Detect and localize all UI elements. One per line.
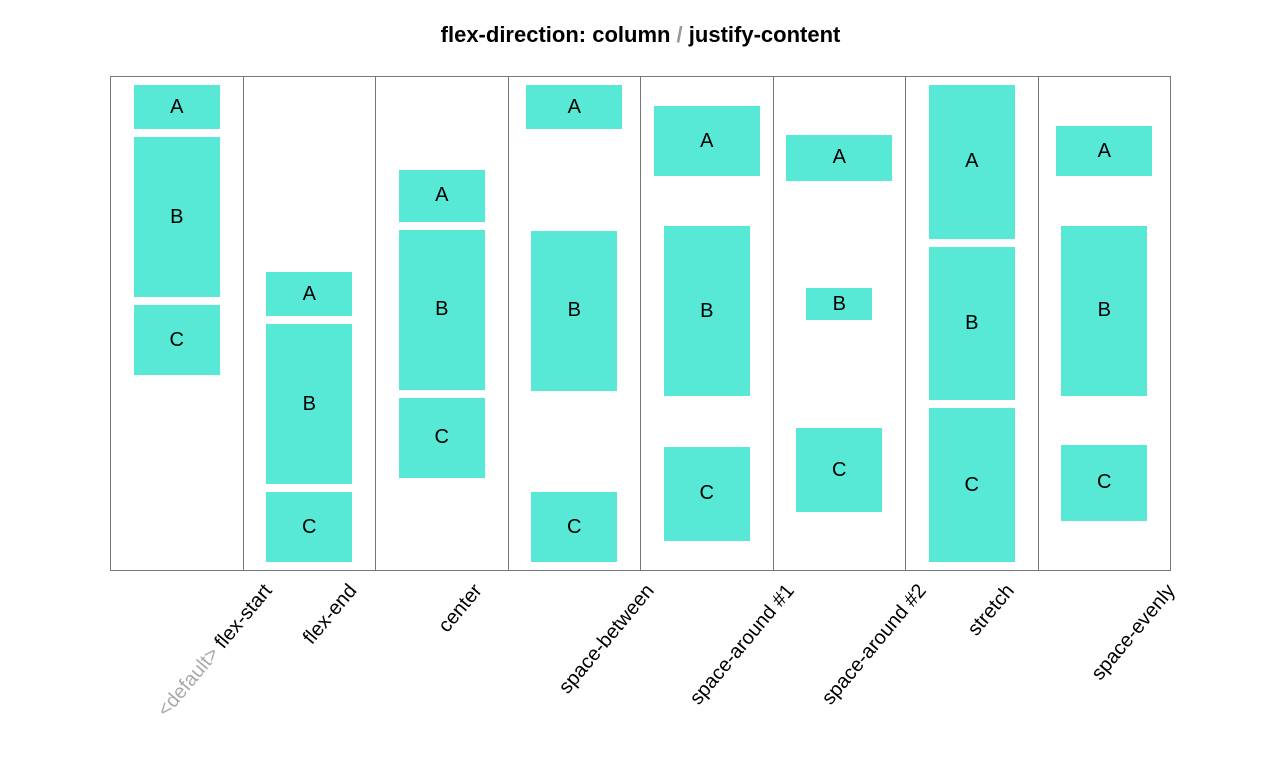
demo-column-flex-end: ABCflex-end — [244, 76, 377, 571]
flex-item: A — [929, 85, 1015, 239]
flex-item: B — [399, 230, 485, 390]
flex-item: C — [266, 492, 352, 562]
column-label: center — [434, 580, 487, 637]
column-label-text: space-between — [555, 580, 659, 698]
flex-item: C — [1061, 445, 1147, 521]
demo-column-space-evenly: ABCspace-evenly — [1039, 76, 1172, 571]
demo-column-space-between: ABCspace-between — [509, 76, 642, 571]
flex-item: B — [531, 231, 617, 391]
default-tag: <default> — [153, 639, 227, 721]
column-label-text: space-around #1 — [685, 580, 798, 709]
column-label: space-around #1 — [685, 580, 799, 710]
diagram-title: flex-direction: column / justify-content — [0, 0, 1281, 48]
demo-column-space-around: ABCspace-around #2 — [774, 76, 907, 571]
column-label: space-between — [555, 580, 660, 699]
flex-item: B — [266, 324, 352, 484]
demo-column-flex-start: ABC<default> flex-start — [110, 76, 244, 571]
flex-item: C — [796, 428, 882, 512]
demo-column-space-around: ABCspace-around #1 — [641, 76, 774, 571]
column-label-text: flex-start — [210, 580, 276, 653]
title-part-b: justify-content — [689, 22, 841, 47]
flex-item: B — [664, 226, 750, 396]
flex-item: B — [134, 137, 220, 297]
flex-item: A — [399, 170, 485, 222]
column-label: <default> flex-start — [153, 580, 277, 722]
flex-item: B — [929, 247, 1015, 401]
flex-item: C — [531, 492, 617, 562]
column-label-text: space-evenly — [1087, 580, 1180, 684]
demo-column-center: ABCcenter — [376, 76, 509, 571]
flex-item: B — [1061, 226, 1147, 396]
column-label-text: center — [434, 580, 487, 637]
column-label-text: space-around #2 — [818, 580, 931, 709]
flex-item: A — [266, 272, 352, 316]
flex-item: A — [654, 106, 760, 176]
flex-item: A — [526, 85, 622, 129]
column-label: space-around #2 — [818, 580, 932, 710]
column-label: flex-end — [299, 580, 362, 649]
flex-item: C — [929, 408, 1015, 562]
flex-item: A — [1056, 126, 1152, 176]
flex-item: C — [134, 305, 220, 375]
column-label-text: flex-end — [299, 580, 362, 649]
columns-row: ABC<default> flex-startABCflex-endABCcen… — [110, 76, 1171, 571]
demo-column-stretch: ABCstretch — [906, 76, 1039, 571]
flex-item: A — [786, 135, 892, 181]
column-label: space-evenly — [1087, 580, 1180, 685]
column-label-text: stretch — [963, 580, 1018, 640]
title-separator: / — [670, 22, 688, 47]
title-part-a: flex-direction: column — [441, 22, 671, 47]
column-label: stretch — [963, 580, 1019, 641]
flex-item: C — [399, 398, 485, 478]
flex-item: C — [664, 447, 750, 541]
flex-item: A — [134, 85, 220, 129]
flex-item: B — [806, 288, 872, 320]
